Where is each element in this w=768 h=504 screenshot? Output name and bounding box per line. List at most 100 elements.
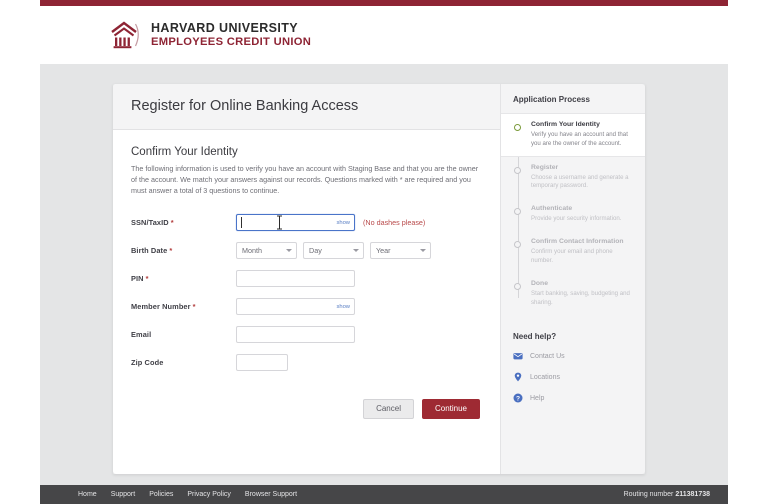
footer-link-privacy-policy[interactable]: Privacy Policy bbox=[187, 491, 231, 498]
step-name: Confirm Contact Information bbox=[531, 238, 624, 246]
zip-code-input[interactable] bbox=[236, 354, 288, 372]
content-layout: Register for Online Banking Access Confi… bbox=[113, 84, 645, 474]
routing-number-value: 211381738 bbox=[675, 491, 710, 498]
pin-input[interactable] bbox=[236, 270, 355, 288]
text-caret bbox=[241, 217, 242, 229]
harvard-building-icon bbox=[108, 19, 142, 51]
form-row-member-number: Member Number * show bbox=[131, 297, 482, 317]
section-description: The following information is used to ver… bbox=[131, 164, 479, 195]
page-title: Register for Online Banking Access bbox=[131, 98, 359, 114]
field-wrap-member-number: show bbox=[236, 298, 355, 316]
chevron-down-icon bbox=[353, 249, 359, 253]
field-wrap-zip-code bbox=[236, 354, 288, 372]
birth-day-select[interactable]: Day bbox=[303, 242, 364, 260]
step-marker-icon bbox=[514, 124, 521, 131]
form-row-pin: PIN * bbox=[131, 269, 482, 289]
steps-list: Confirm Your Identity Verify you have an… bbox=[501, 113, 645, 314]
birth-month-value: Month bbox=[242, 246, 262, 256]
step-marker-icon bbox=[514, 208, 521, 216]
site-footer: Home Support Policies Privacy Policy Bro… bbox=[40, 485, 728, 504]
label-zip-code: Zip Code bbox=[131, 358, 164, 368]
map-pin-icon bbox=[513, 372, 523, 382]
section-title: Confirm Your Identity bbox=[131, 146, 238, 158]
chevron-down-icon bbox=[420, 249, 426, 253]
step-marker-icon bbox=[514, 282, 521, 290]
continue-button[interactable]: Continue bbox=[421, 398, 480, 419]
member-number-show-toggle[interactable]: show bbox=[336, 304, 350, 310]
label-pin-text: PIN bbox=[131, 274, 144, 284]
form-row-zip-code: Zip Code bbox=[131, 353, 482, 373]
svg-text:?: ? bbox=[516, 396, 520, 403]
footer-link-browser-support[interactable]: Browser Support bbox=[245, 491, 297, 498]
screenshot-viewport: HARVARD UNIVERSITY EMPLOYEES CREDIT UNIO… bbox=[0, 0, 768, 504]
help-link-contact-us[interactable]: Contact Us bbox=[513, 351, 633, 361]
card-header: Register for Online Banking Access bbox=[113, 84, 500, 130]
footer-link-policies[interactable]: Policies bbox=[149, 491, 173, 498]
required-marker: * bbox=[169, 246, 173, 256]
help-link-label: Contact Us bbox=[530, 352, 565, 360]
footer-link-support[interactable]: Support bbox=[111, 491, 136, 498]
required-marker: * bbox=[192, 302, 196, 312]
label-pin: PIN * bbox=[131, 274, 236, 283]
label-birth-date-text: Birth Date bbox=[131, 246, 168, 256]
step-name: Done bbox=[531, 279, 548, 287]
step-description: Confirm your email and phone number. bbox=[531, 248, 613, 264]
step-marker-icon bbox=[514, 166, 521, 174]
brand-line-1: HARVARD UNIVERSITY bbox=[151, 21, 299, 36]
ssn-show-toggle[interactable]: show bbox=[336, 220, 350, 226]
application-process-sidebar: Application Process Confirm Your Identit… bbox=[500, 84, 645, 474]
need-help-title: Need help? bbox=[513, 332, 557, 342]
sidebar-step-confirm-contact-information[interactable]: Confirm Contact Information Confirm your… bbox=[501, 231, 645, 273]
step-name: Register bbox=[531, 163, 559, 171]
step-marker-icon bbox=[514, 241, 521, 249]
email-field[interactable] bbox=[236, 326, 355, 344]
help-link-help[interactable]: ? Help bbox=[513, 393, 633, 403]
required-marker: * bbox=[145, 274, 149, 284]
birth-year-select[interactable]: Year bbox=[370, 242, 431, 260]
form-row-birth-date: Birth Date * Month Day Year bbox=[131, 241, 482, 261]
birth-year-value: Year bbox=[376, 246, 391, 256]
site-header: HARVARD UNIVERSITY EMPLOYEES CREDIT UNIO… bbox=[40, 6, 728, 64]
need-help-block: Need help? Contact Us Locations ? Help bbox=[501, 314, 645, 403]
page-body: Register for Online Banking Access Confi… bbox=[40, 64, 728, 491]
question-circle-icon: ? bbox=[513, 393, 523, 403]
card-body: Confirm Your Identity The following info… bbox=[113, 130, 500, 437]
form-row-ssn: SSN/TaxID * show (No dashes please) bbox=[131, 213, 482, 233]
label-ssn: SSN/TaxID * bbox=[131, 218, 236, 227]
birth-month-select[interactable]: Month bbox=[236, 242, 297, 260]
sidebar-step-done[interactable]: Done Start banking, saving, budgeting an… bbox=[501, 273, 645, 315]
help-link-label: Help bbox=[530, 394, 545, 402]
footer-links: Home Support Policies Privacy Policy Bro… bbox=[78, 491, 297, 498]
label-member-number: Member Number * bbox=[131, 302, 236, 311]
cancel-button[interactable]: Cancel bbox=[363, 398, 414, 419]
label-ssn-text: SSN/TaxID bbox=[131, 218, 169, 228]
registration-card: Register for Online Banking Access Confi… bbox=[113, 84, 500, 474]
birth-day-value: Day bbox=[309, 246, 322, 256]
sidebar-title: Application Process bbox=[513, 95, 590, 104]
ssn-hint: (No dashes please) bbox=[363, 218, 426, 228]
label-member-number-text: Member Number bbox=[131, 302, 191, 312]
help-link-label: Locations bbox=[530, 373, 560, 381]
step-description: Choose a username and generate a tempora… bbox=[531, 173, 629, 190]
brand-logo[interactable]: HARVARD UNIVERSITY EMPLOYEES CREDIT UNIO… bbox=[108, 19, 311, 51]
label-email: Email bbox=[131, 330, 152, 340]
sidebar-step-register[interactable]: Register Choose a username and generate … bbox=[501, 157, 645, 199]
sidebar-step-authenticate[interactable]: Authenticate Provide your security infor… bbox=[501, 198, 645, 231]
footer-link-home[interactable]: Home bbox=[78, 491, 97, 498]
routing-number-block: Routing number 211381738 bbox=[624, 491, 710, 498]
routing-number-label: Routing number bbox=[623, 491, 674, 498]
chevron-down-icon bbox=[286, 249, 292, 253]
step-name: Authenticate bbox=[531, 205, 573, 213]
form-row-email: Email bbox=[131, 325, 482, 345]
form-actions: Cancel Continue bbox=[131, 398, 482, 419]
field-wrap-pin bbox=[236, 270, 355, 288]
required-marker: * bbox=[170, 218, 174, 228]
envelope-icon bbox=[513, 351, 523, 361]
field-wrap-email bbox=[236, 326, 355, 344]
field-wrap-ssn: show bbox=[236, 214, 355, 232]
step-name: Confirm Your Identity bbox=[531, 121, 600, 128]
sidebar-step-confirm-your-identity[interactable]: Confirm Your Identity Verify you have an… bbox=[501, 113, 645, 157]
help-link-locations[interactable]: Locations bbox=[513, 372, 633, 382]
brand-line-2: EMPLOYEES CREDIT UNION bbox=[151, 35, 312, 48]
browser-page: HARVARD UNIVERSITY EMPLOYEES CREDIT UNIO… bbox=[40, 0, 728, 504]
